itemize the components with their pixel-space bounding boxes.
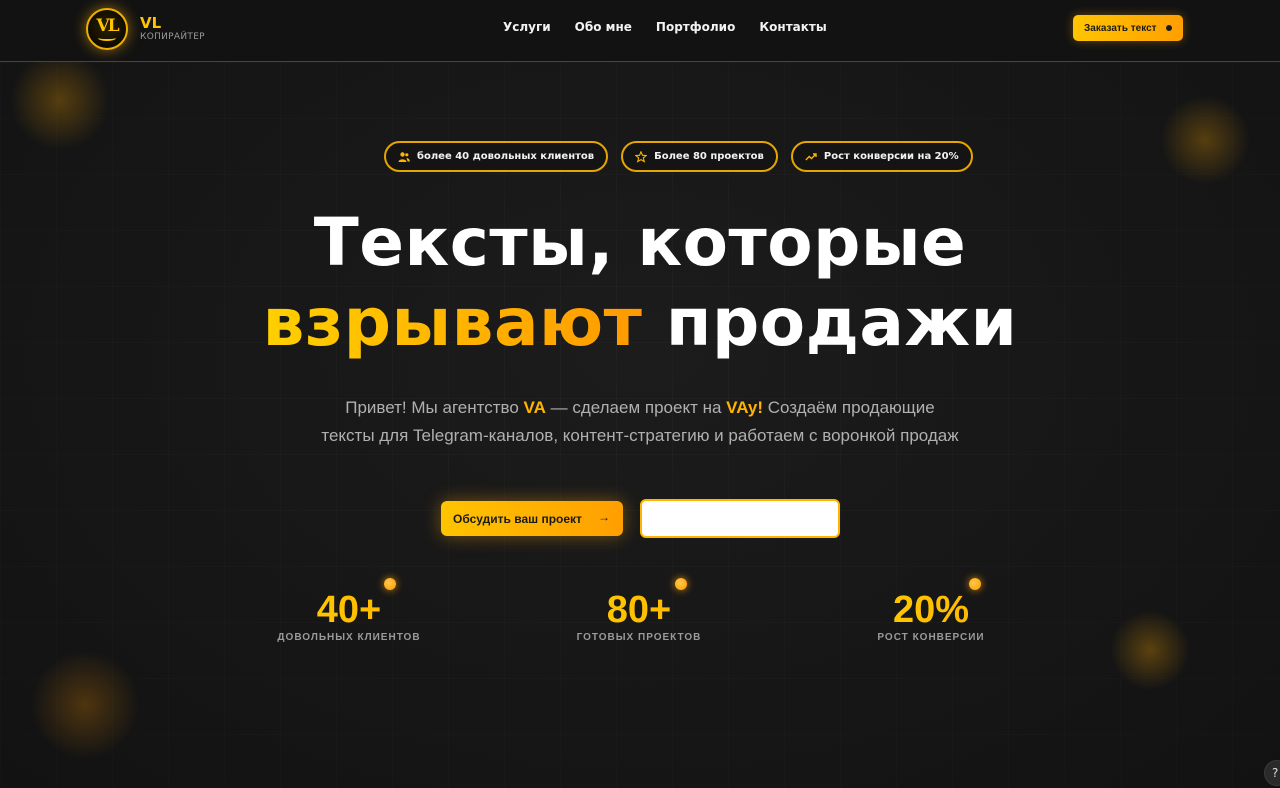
stat-label: РОСТ КОНВЕРСИИ xyxy=(877,632,985,643)
badge-conversion: Рост конверсии на 20% xyxy=(790,141,973,172)
stat-label: ДОВОЛЬНЫХ КЛИЕНТОВ xyxy=(277,632,421,643)
subtitle-text: Привет! Мы агентство xyxy=(345,398,524,417)
headline-line2: продажи xyxy=(642,284,1018,361)
subtitle-highlight: VAy! xyxy=(726,398,763,417)
nav-link-portfolio[interactable]: Портфолио xyxy=(656,20,735,34)
star-icon xyxy=(635,150,648,163)
trend-up-icon xyxy=(805,152,817,160)
badges-row: более 40 довольных клиентов Более 80 про… xyxy=(384,141,973,172)
logo-title: VL xyxy=(140,14,162,32)
badge-projects-label: Более 80 проектов xyxy=(654,151,764,162)
headline-line1: Тексты, которые xyxy=(313,204,967,281)
badge-clients-label: более 40 довольных клиентов xyxy=(417,151,595,162)
nav-link-contacts[interactable]: Контакты xyxy=(759,20,826,34)
logo-text: VL КОПИРАЙТЕР xyxy=(140,16,205,42)
stat-projects: 80+ ГОТОВЫХ ПРОЕКТОВ xyxy=(539,588,739,643)
nav-link-about[interactable]: Обо мне xyxy=(575,20,632,34)
order-text-button[interactable]: Заказать текст xyxy=(1073,15,1183,41)
stat-value: 20% xyxy=(831,588,1031,632)
headline-accent: взрывают xyxy=(262,284,643,361)
discuss-project-label: Обсудить ваш проект xyxy=(453,511,582,526)
nav-link-services[interactable]: Услуги xyxy=(503,20,551,34)
order-text-label: Заказать текст xyxy=(1084,22,1157,34)
site-header: VL VL КОПИРАЙТЕР Услуги Обо мне Портфоли… xyxy=(0,0,1280,62)
logo[interactable]: VL VL КОПИРАЙТЕР xyxy=(86,8,205,50)
hero-headline: Тексты, которые взрывают продажи xyxy=(0,203,1280,363)
subtitle-text: — сделаем проект на xyxy=(545,398,727,417)
badge-clients: более 40 довольных клиентов xyxy=(384,141,609,172)
stat-label: ГОТОВЫХ ПРОЕКТОВ xyxy=(576,632,702,643)
help-icon: ? xyxy=(1272,766,1279,780)
hero-subtitle: Привет! Мы агентство VA — сделаем проект… xyxy=(320,394,960,450)
stat-clients: 40+ ДОВОЛЬНЫХ КЛИЕНТОВ xyxy=(249,588,449,643)
stat-value: 80+ xyxy=(539,588,739,632)
badge-projects: Более 80 проектов xyxy=(621,141,778,172)
main-nav: Услуги Обо мне Портфолио Контакты xyxy=(503,20,827,34)
discuss-project-button[interactable]: Обсудить ваш проект → xyxy=(441,501,623,536)
dot-icon xyxy=(1166,25,1172,31)
badge-conversion-label: Рост конверсии на 20% xyxy=(823,151,959,162)
logo-mark-icon: VL xyxy=(86,8,128,50)
stat-value: 40+ xyxy=(249,588,449,632)
logo-subtitle: КОПИРАЙТЕР xyxy=(140,32,205,42)
subtitle-highlight: VA xyxy=(523,398,546,417)
secondary-button[interactable] xyxy=(640,499,840,538)
logo-mark-text: VL xyxy=(96,16,119,36)
users-icon xyxy=(398,151,410,162)
stat-conversion: 20% РОСТ КОНВЕРСИИ xyxy=(831,588,1031,643)
arrow-right-icon: → xyxy=(598,510,610,524)
